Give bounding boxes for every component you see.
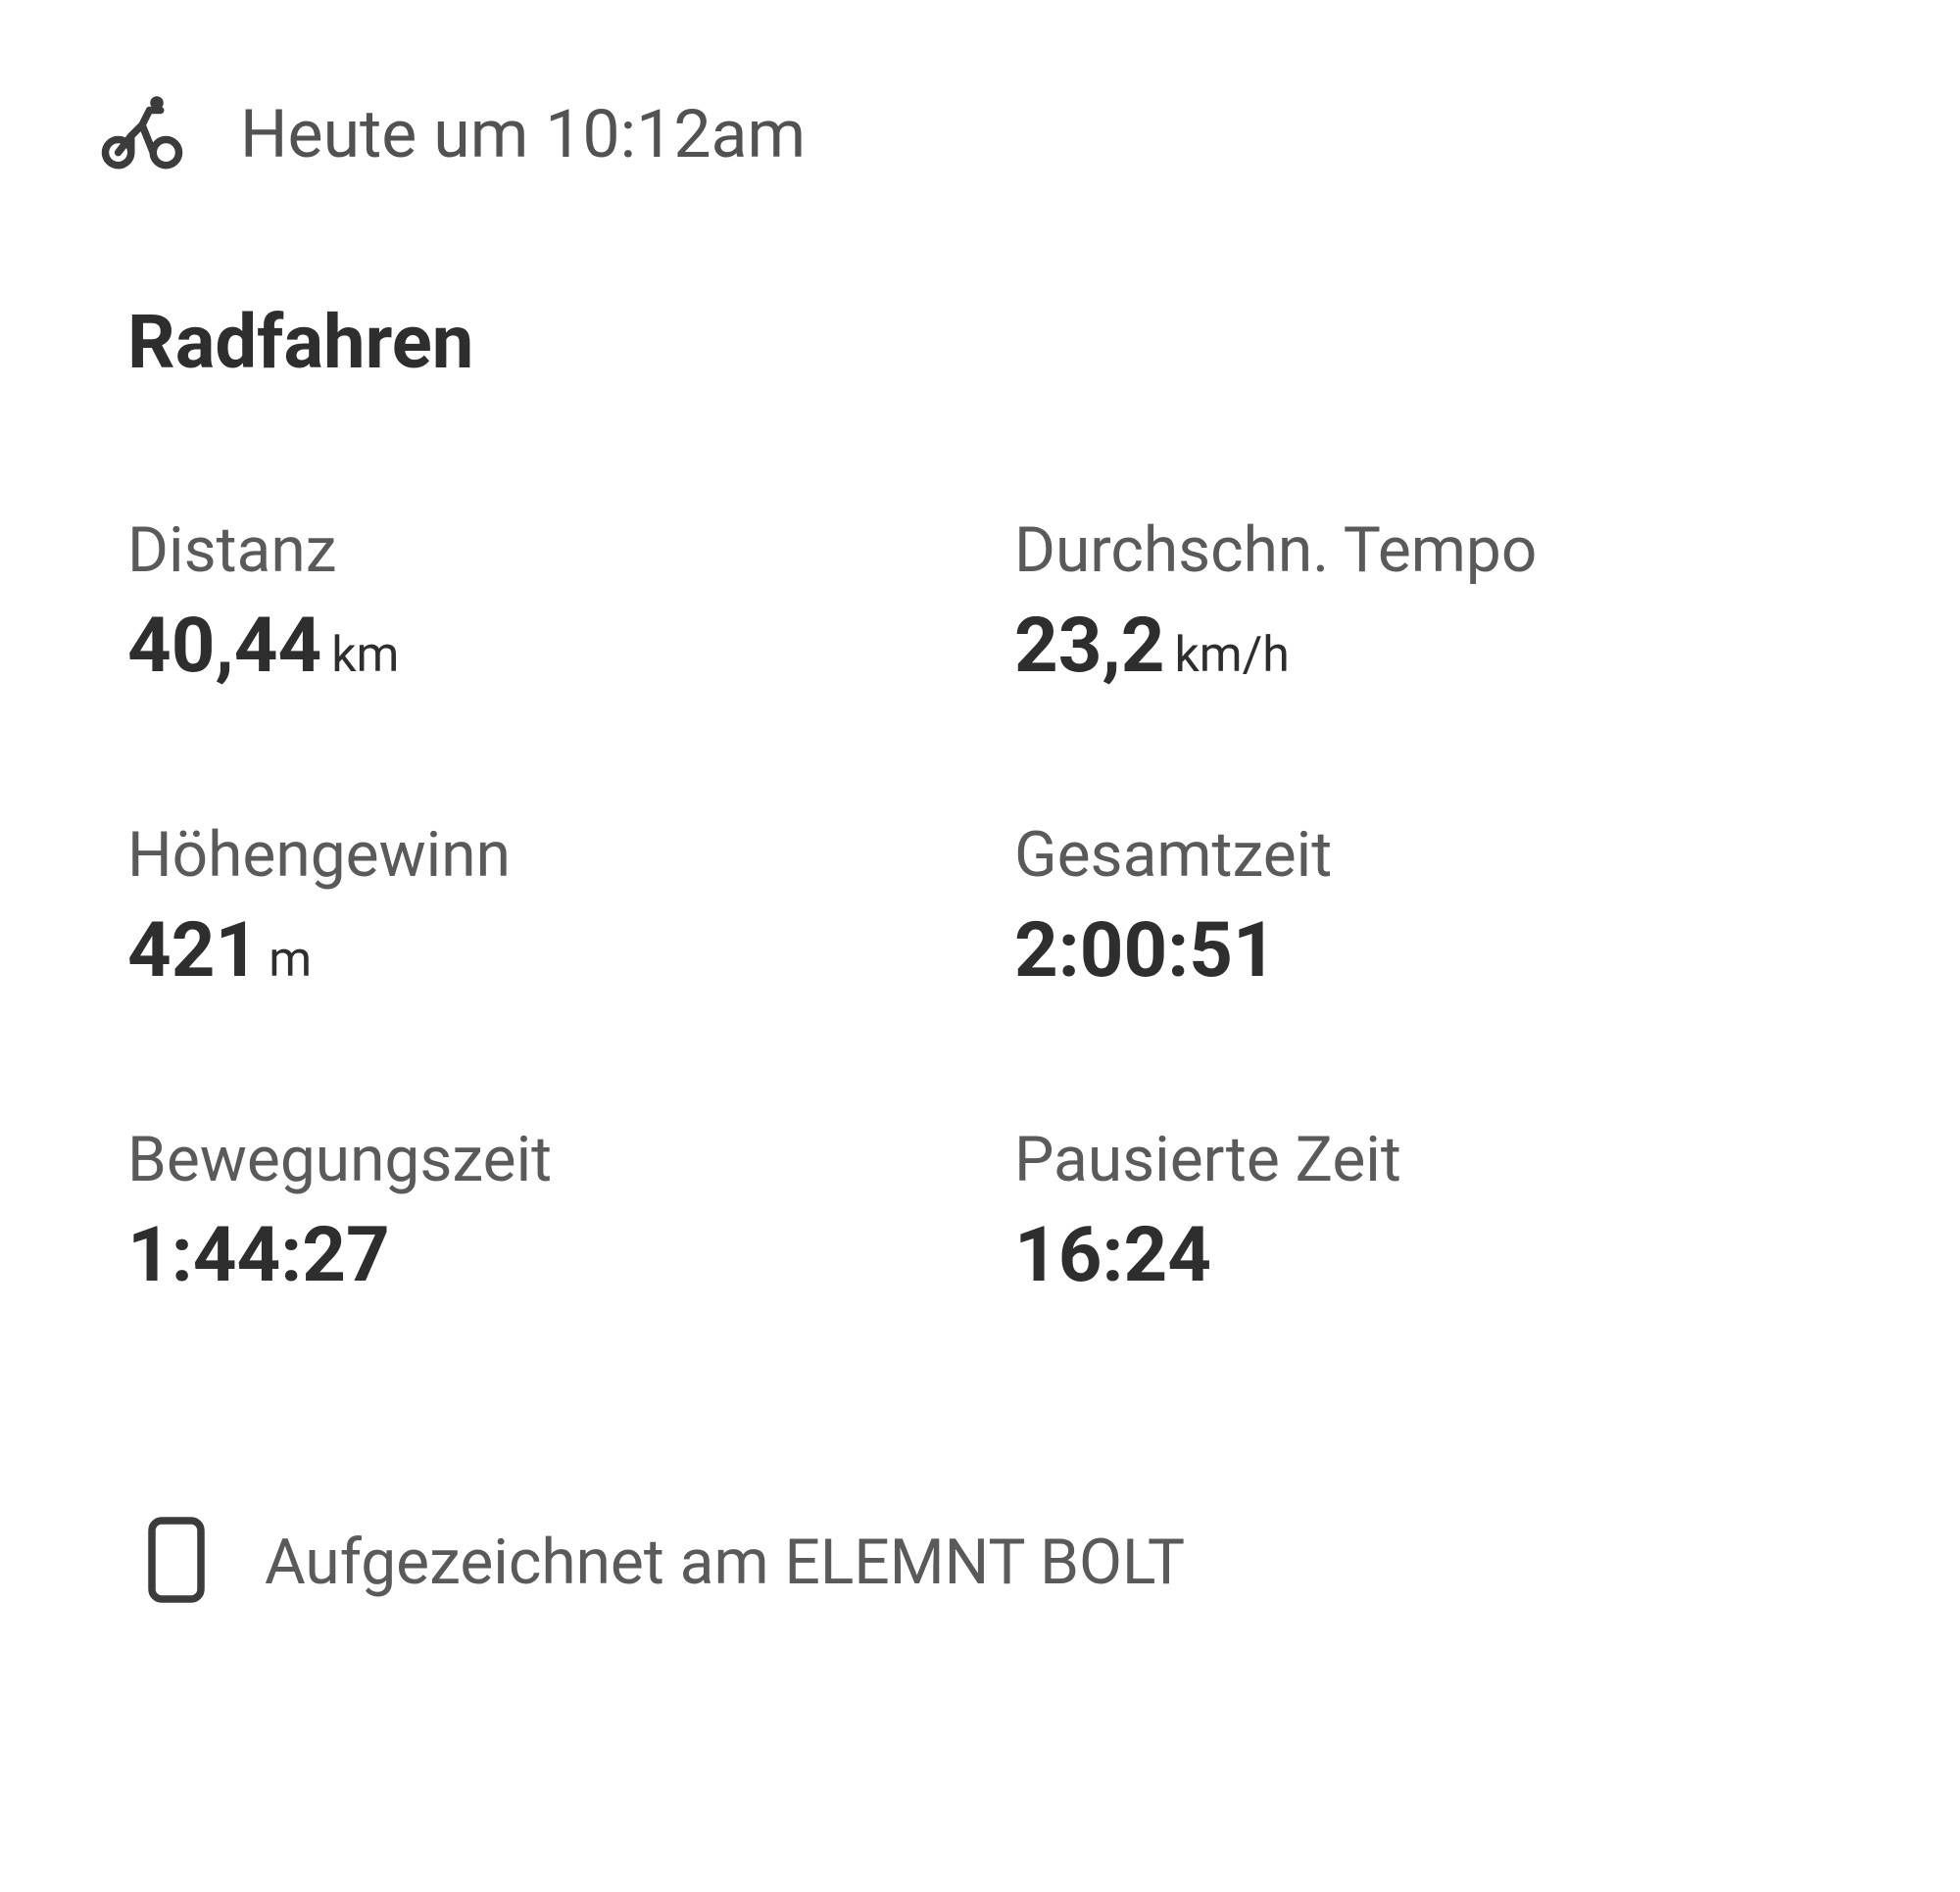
stat-value-row: 421 m	[127, 906, 975, 995]
activity-footer: Aufgezeichnet am ELEMNT BOLT	[147, 1516, 1862, 1608]
stat-paused-time: Pausierte Zeit 16:24	[1014, 1123, 1862, 1300]
stat-total-time: Gesamtzeit 2:00:51	[1014, 818, 1862, 995]
stat-value: 16:24	[1014, 1211, 1211, 1300]
stats-grid: Distanz 40,44 km Durchschn. Tempo 23,2 k…	[127, 513, 1862, 1300]
stat-label: Höhengewinn	[127, 818, 975, 892]
stat-label: Bewegungszeit	[127, 1123, 975, 1196]
stat-value-row: 2:00:51	[1014, 906, 1862, 995]
stat-avg-speed: Durchschn. Tempo 23,2 km/h	[1014, 513, 1862, 691]
stat-moving-time: Bewegungszeit 1:44:27	[127, 1123, 975, 1300]
stat-value-row: 16:24	[1014, 1211, 1862, 1300]
recorded-on-text: Aufgezeichnet am ELEMNT BOLT	[265, 1526, 1185, 1599]
cycling-icon	[98, 88, 186, 180]
activity-title: Radfahren	[127, 298, 1862, 386]
stat-value: 421	[127, 906, 259, 995]
stat-unit: km	[331, 627, 399, 684]
stat-value-row: 23,2 km/h	[1014, 602, 1862, 691]
stat-label: Durchschn. Tempo	[1014, 513, 1862, 587]
phone-icon	[147, 1516, 206, 1608]
activity-header: Heute um 10:12am	[98, 88, 1862, 180]
stat-value: 1:44:27	[127, 1211, 390, 1300]
stat-elevation: Höhengewinn 421 m	[127, 818, 975, 995]
activity-timestamp: Heute um 10:12am	[240, 95, 806, 173]
stat-label: Distanz	[127, 513, 975, 587]
stat-unit: m	[269, 932, 312, 989]
stat-value: 40,44	[127, 602, 321, 691]
stat-distance: Distanz 40,44 km	[127, 513, 975, 691]
stat-value: 2:00:51	[1014, 906, 1277, 995]
stat-value-row: 40,44 km	[127, 602, 975, 691]
stat-unit: km/h	[1174, 627, 1289, 684]
stat-label: Gesamtzeit	[1014, 818, 1862, 892]
stat-value: 23,2	[1014, 602, 1164, 691]
stat-label: Pausierte Zeit	[1014, 1123, 1862, 1196]
stat-value-row: 1:44:27	[127, 1211, 975, 1300]
